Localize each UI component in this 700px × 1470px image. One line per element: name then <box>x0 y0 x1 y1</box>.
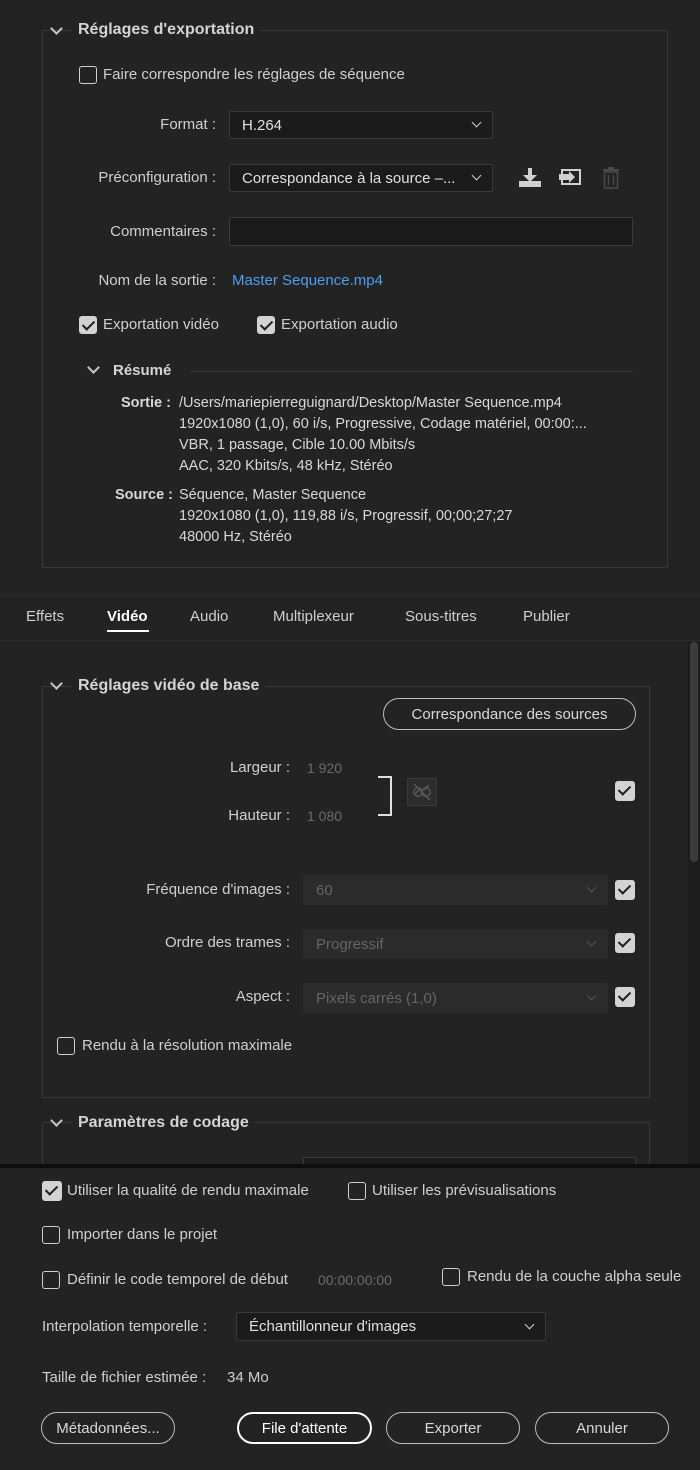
queue-button[interactable]: File d'attente <box>237 1412 372 1444</box>
video-basic-title: Réglages vidéo de base <box>72 677 266 695</box>
summary-title: Résumé <box>113 362 172 379</box>
import-project-checkbox[interactable] <box>42 1226 60 1244</box>
export-video-checkbox[interactable] <box>79 316 97 334</box>
alpha-only-label: Rendu de la couche alpha seule <box>467 1268 682 1285</box>
format-value: H.264 <box>242 116 283 134</box>
width-value: 1 920 <box>307 760 343 776</box>
chevron-down-icon <box>471 170 482 181</box>
summary-output-line: /Users/mariepierreguignard/Desktop/Maste… <box>179 395 562 411</box>
preset-value: Correspondance à la source –... <box>242 169 456 187</box>
filesize-value: 34 Mo <box>227 1369 269 1386</box>
summary-source-line: 48000 Hz, Stéréo <box>179 529 292 545</box>
import-project-label: Importer dans le projet <box>67 1226 218 1243</box>
chevron-down-icon <box>586 936 597 947</box>
interpolation-value: Échantillonneur d'images <box>249 1318 417 1335</box>
tab-publier[interactable]: Publier <box>523 608 570 625</box>
match-sources-button[interactable]: Correspondance des sources <box>383 698 636 730</box>
interpolation-label: Interpolation temporelle : <box>42 1318 208 1335</box>
summary-source-line: Séquence, Master Sequence <box>179 487 367 503</box>
start-timecode-checkbox[interactable] <box>42 1271 60 1289</box>
output-name-label: Nom de la sortie : <box>98 272 216 289</box>
chevron-down-icon <box>586 882 597 893</box>
active-tab-underline <box>107 630 149 632</box>
frame-rate-select: 60 <box>303 875 608 905</box>
summary-output-line: 1920x1080 (1,0), 60 i/s, Progressive, Co… <box>179 416 587 432</box>
use-previews-label: Utiliser les prévisualisations <box>372 1182 557 1199</box>
field-order-label: Ordre des trames : <box>164 934 290 951</box>
preset-label: Préconfiguration : <box>98 169 216 186</box>
field-order-select: Progressif <box>303 929 608 959</box>
scrollbar-thumb[interactable] <box>690 642 698 862</box>
max-quality-checkbox[interactable] <box>42 1181 62 1201</box>
tab-audio[interactable]: Audio <box>190 608 228 625</box>
export-settings-title: Réglages d'exportation <box>72 21 261 39</box>
summary-output-label: Sortie : <box>121 395 171 411</box>
preset-select[interactable]: Correspondance à la source –... <box>229 164 493 192</box>
aspect-label: Aspect : <box>235 988 290 1005</box>
summary-output-line: VBR, 1 passage, Cible 10.00 Mbits/s <box>179 437 416 453</box>
frame-rate-label: Fréquence d'images : <box>146 881 290 898</box>
summary-source-line: 1920x1080 (1,0), 119,88 i/s, Progressif,… <box>179 508 513 524</box>
tab-effets[interactable]: Effets <box>26 608 64 625</box>
height-value: 1 080 <box>307 808 343 824</box>
cancel-button[interactable]: Annuler <box>535 1412 669 1444</box>
comments-label: Commentaires : <box>110 223 216 240</box>
tab-multiplexeur[interactable]: Multiplexeur <box>273 608 354 625</box>
aspect-select: Pixels carrés (1,0) <box>303 983 608 1013</box>
alpha-only-checkbox[interactable] <box>442 1268 460 1286</box>
field-order-value: Progressif <box>316 935 384 953</box>
match-dimensions-checkbox[interactable] <box>615 781 635 801</box>
comments-input[interactable] <box>229 217 633 246</box>
max-render-checkbox[interactable] <box>57 1037 75 1055</box>
filesize-label: Taille de fichier estimée : <box>42 1369 207 1386</box>
width-label: Largeur : <box>229 759 290 776</box>
export-audio-checkbox[interactable] <box>257 316 275 334</box>
match-frame-rate-checkbox[interactable] <box>615 880 635 900</box>
tab-sous-titres[interactable]: Sous-titres <box>405 608 477 625</box>
match-aspect-checkbox[interactable] <box>615 987 635 1007</box>
chevron-down-icon <box>586 990 597 1001</box>
tab-video[interactable]: Vidéo <box>107 608 148 625</box>
start-timecode-value: 00:00:00:00 <box>318 1272 392 1288</box>
summary-output-line: AAC, 320 Kbits/s, 48 kHz, Stéréo <box>179 458 393 474</box>
encoding-title: Paramètres de codage <box>72 1114 255 1132</box>
link-bracket <box>378 776 392 816</box>
summary-divider <box>190 371 633 372</box>
import-preset-icon[interactable] <box>557 166 585 190</box>
max-quality-label: Utiliser la qualité de rendu maximale <box>67 1182 309 1199</box>
format-label: Format : <box>160 116 216 133</box>
chevron-down-icon <box>471 117 482 128</box>
interpolation-select[interactable]: Échantillonneur d'images <box>236 1312 546 1341</box>
metadata-button[interactable]: Métadonnées... <box>41 1412 175 1444</box>
format-select[interactable]: H.264 <box>229 111 493 139</box>
output-name-link[interactable]: Master Sequence.mp4 <box>232 272 383 289</box>
match-sequence-checkbox[interactable] <box>79 66 97 84</box>
start-timecode-label: Définir le code temporel de début <box>67 1271 288 1288</box>
frame-rate-value: 60 <box>316 881 333 899</box>
export-audio-label: Exportation audio <box>281 316 398 333</box>
link-icon[interactable] <box>407 778 437 806</box>
max-render-label: Rendu à la résolution maximale <box>82 1037 293 1054</box>
height-label: Hauteur : <box>228 807 290 824</box>
summary-source-label: Source : <box>115 487 174 503</box>
export-button[interactable]: Exporter <box>386 1412 520 1444</box>
match-sequence-label: Faire correspondre les réglages de séque… <box>103 66 405 83</box>
chevron-down-icon <box>524 1319 535 1329</box>
use-previews-checkbox[interactable] <box>348 1182 366 1200</box>
trash-icon[interactable] <box>601 166 621 190</box>
aspect-value: Pixels carrés (1,0) <box>316 989 437 1007</box>
export-video-label: Exportation vidéo <box>103 316 219 333</box>
save-preset-icon[interactable] <box>517 166 543 190</box>
match-field-order-checkbox[interactable] <box>615 933 635 953</box>
